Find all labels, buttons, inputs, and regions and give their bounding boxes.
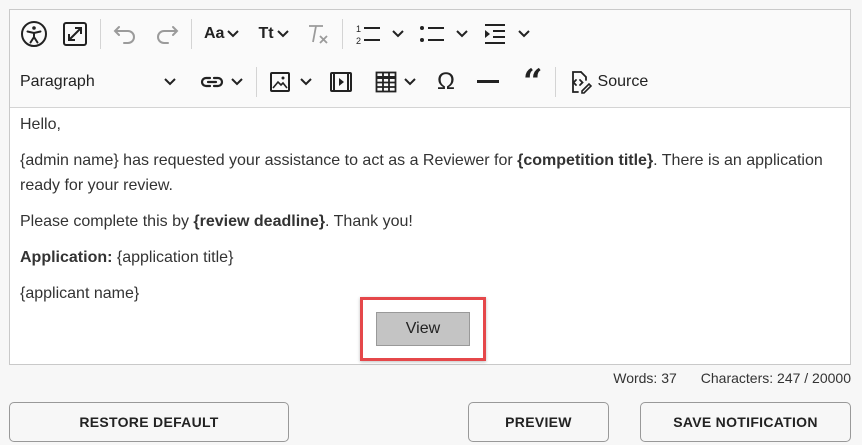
special-characters-icon: Ω	[437, 68, 455, 95]
source-icon	[568, 70, 592, 94]
special-characters-button[interactable]: Ω	[433, 65, 459, 99]
toolbar-row-2: Paragraph Ω “ Source	[16, 62, 652, 102]
link-button[interactable]	[196, 65, 248, 99]
redo-icon	[155, 24, 179, 44]
fullscreen-icon	[62, 21, 88, 47]
paragraph-format-dropdown[interactable]: Paragraph	[16, 65, 182, 99]
chevron-down-icon	[403, 78, 417, 86]
chevron-down-icon	[164, 73, 176, 91]
restore-default-button[interactable]: RESTORE DEFAULT	[9, 402, 289, 442]
image-button[interactable]	[265, 65, 317, 99]
chevron-down-icon	[230, 78, 244, 86]
accessibility-button[interactable]	[16, 17, 52, 51]
rich-text-editor: Aa Tt 1 2 Paragraph Ω “ Source Hello, {a…	[9, 9, 851, 365]
application-label: Application:	[20, 249, 113, 266]
blockquote-button[interactable]: “	[519, 65, 547, 99]
deadline-text-end: . Thank you!	[325, 213, 413, 230]
deadline-paragraph: Please complete this by {review deadline…	[20, 209, 840, 234]
applicant-name-placeholder: {applicant name}	[20, 285, 140, 302]
redo-button[interactable]	[151, 17, 183, 51]
table-icon	[375, 71, 397, 93]
accessibility-icon	[20, 20, 48, 48]
source-button[interactable]: Source	[564, 65, 653, 99]
numbered-list-button[interactable]: 1 2	[351, 17, 409, 51]
undo-button[interactable]	[109, 17, 141, 51]
horizontal-line-button[interactable]	[473, 65, 503, 99]
application-paragraph: Application: {application title}	[20, 245, 840, 270]
source-label: Source	[597, 73, 649, 90]
numbered-list-icon: 1 2	[355, 22, 381, 46]
word-count: Words: 37	[613, 370, 677, 386]
image-icon	[269, 71, 291, 93]
word-count-bar: Words: 37 Characters: 247 / 20000	[613, 370, 851, 386]
toolbar-separator	[341, 19, 343, 49]
horizontal-line-icon	[476, 80, 499, 84]
chevron-down-icon	[299, 78, 313, 86]
editor-toolbar: Aa Tt 1 2 Paragraph Ω “ Source	[10, 10, 850, 108]
toolbar-separator	[100, 19, 101, 49]
competition-title-placeholder: {competition title}	[517, 152, 654, 169]
bulleted-list-button[interactable]	[415, 17, 473, 51]
chevron-down-icon	[276, 30, 290, 38]
greeting-paragraph: Hello,	[20, 112, 840, 137]
toolbar-row-1: Aa Tt 1 2	[16, 14, 535, 54]
deadline-text: Please complete this by	[20, 213, 194, 230]
undo-icon	[113, 24, 137, 44]
toolbar-separator	[256, 67, 257, 97]
editor-content[interactable]: Hello, {admin name} has requested your a…	[10, 108, 850, 321]
chevron-down-icon	[455, 30, 469, 38]
remove-format-icon	[306, 22, 330, 46]
chevron-down-icon	[226, 30, 240, 38]
greeting-text: Hello,	[20, 116, 61, 133]
font-size-icon: Aa	[204, 25, 225, 42]
review-deadline-placeholder: {review deadline}	[193, 213, 326, 230]
table-button[interactable]	[371, 65, 421, 99]
character-count: Characters: 247 / 20000	[700, 370, 851, 386]
indent-icon	[483, 22, 507, 46]
toolbar-separator	[554, 67, 556, 97]
paragraph-format-label: Paragraph	[20, 73, 95, 90]
link-icon	[200, 74, 224, 90]
indent-button[interactable]	[479, 17, 535, 51]
media-icon	[329, 71, 353, 93]
chevron-down-icon	[391, 30, 405, 38]
chevron-down-icon	[517, 30, 531, 38]
media-button[interactable]	[325, 65, 357, 99]
svg-text:1: 1	[356, 24, 361, 34]
fullscreen-button[interactable]	[58, 17, 92, 51]
view-button[interactable]: View	[376, 312, 470, 346]
text-case-button[interactable]: Tt	[254, 17, 293, 51]
request-text: {admin name} has requested your assistan…	[20, 152, 518, 169]
application-title-placeholder: {application title}	[112, 249, 234, 266]
save-notification-button[interactable]: SAVE NOTIFICATION	[640, 402, 851, 442]
preview-button[interactable]: PREVIEW	[468, 402, 609, 442]
text-case-icon: Tt	[258, 25, 274, 42]
bulleted-list-icon	[419, 22, 445, 46]
remove-format-button[interactable]	[302, 17, 334, 51]
blockquote-icon: “	[522, 62, 543, 102]
svg-text:2: 2	[356, 36, 361, 46]
request-paragraph: {admin name} has requested your assistan…	[20, 148, 840, 198]
font-size-button[interactable]: Aa	[200, 17, 244, 51]
toolbar-separator	[191, 19, 192, 49]
view-button-highlight: View	[360, 297, 486, 361]
